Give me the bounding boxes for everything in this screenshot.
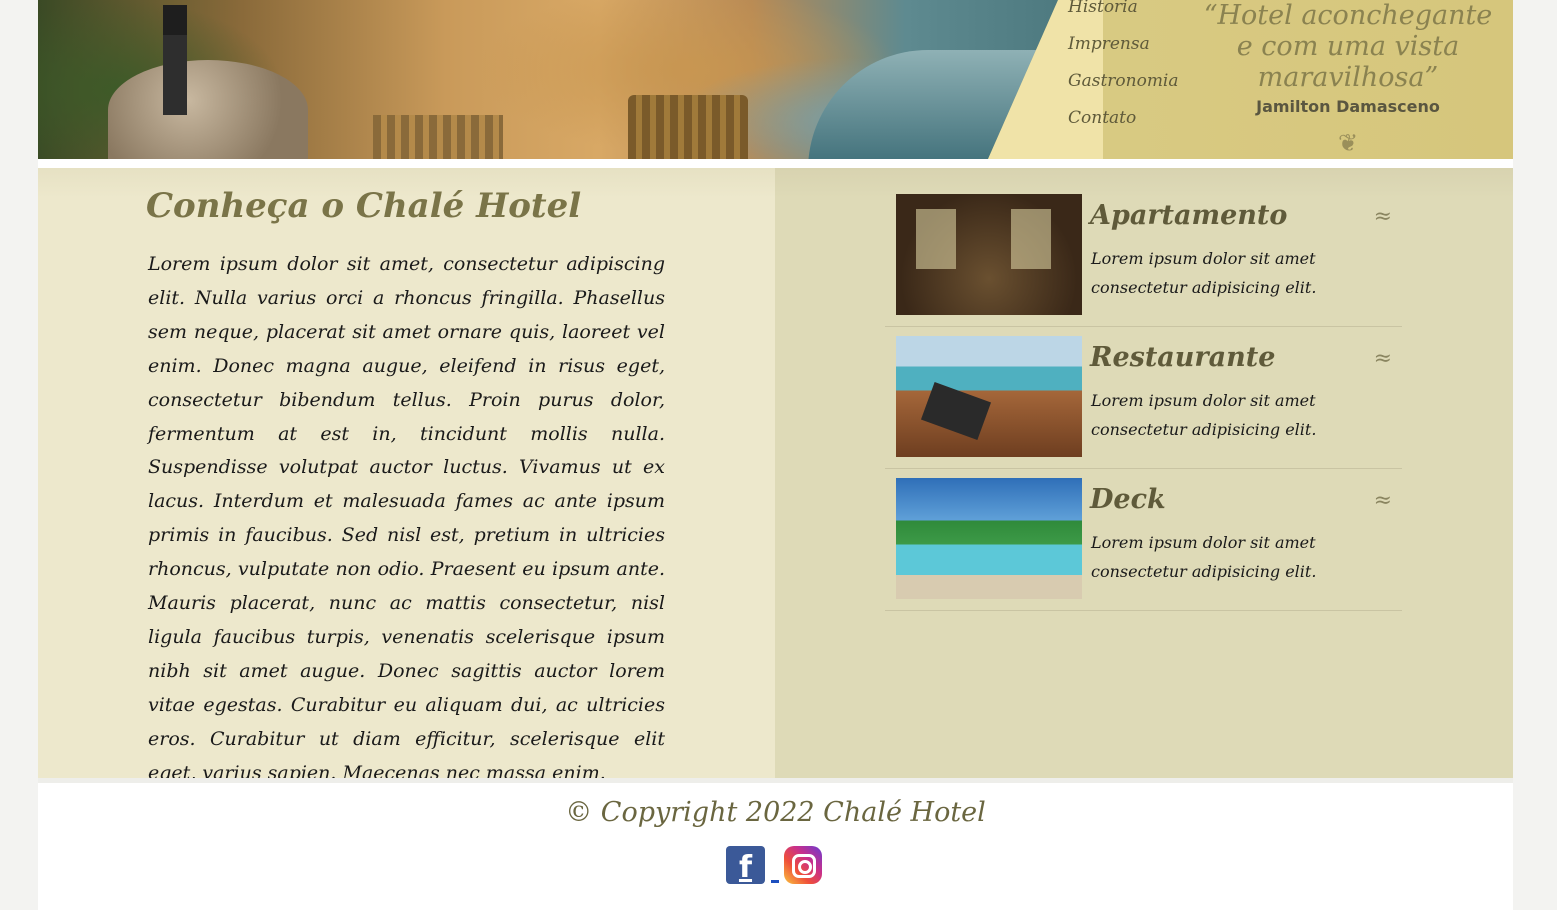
page: Historia Imprensa Gastronomia Contato “H… <box>38 0 1513 910</box>
feature-list: Apartamento ≈ Lorem ipsum dolor sit amet… <box>885 186 1402 612</box>
flourish-ornament-icon: ❦ <box>1337 129 1359 157</box>
feature-text: Lorem ipsum dolor sit amet consectetur a… <box>1091 249 1317 297</box>
feature-title: Apartamento <box>1090 200 1288 231</box>
banner-chair <box>628 95 748 159</box>
banner-chair <box>373 115 503 159</box>
nav-link-imprensa[interactable]: Imprensa <box>1068 34 1150 54</box>
restaurante-image <box>896 336 1082 457</box>
site-header: Historia Imprensa Gastronomia Contato “H… <box>38 0 1513 159</box>
feature-text: Lorem ipsum dolor sit amet consectetur a… <box>1091 391 1317 439</box>
feature-title: Deck <box>1090 484 1166 515</box>
nav-item-contato: Contato <box>1068 99 1179 136</box>
testimonial-author: Jamilton Damasceno <box>1256 97 1440 116</box>
facebook-icon[interactable]: f <box>726 846 765 885</box>
nav-link-contato[interactable]: Contato <box>1068 108 1136 128</box>
main-nav: Historia Imprensa Gastronomia Contato <box>1068 0 1179 136</box>
banner-rocks <box>108 60 308 159</box>
nav-item-imprensa: Imprensa <box>1068 25 1179 62</box>
feature-card-deck[interactable]: Deck ≈ Lorem ipsum dolor sit amet consec… <box>885 470 1402 611</box>
header-banner-image <box>38 0 1068 159</box>
about-section: Conheça o Chalé Hotel Lorem ipsum dolor … <box>38 168 775 784</box>
nav-item-gastronomia: Gastronomia <box>1068 62 1179 99</box>
main-content: Conheça o Chalé Hotel Lorem ipsum dolor … <box>38 168 1513 784</box>
feature-title: Restaurante <box>1090 342 1276 373</box>
wave-icon: ≈ <box>1373 346 1392 371</box>
wave-icon: ≈ <box>1373 204 1392 229</box>
nav-link-historia[interactable]: Historia <box>1068 0 1138 17</box>
nav-link-gastronomia[interactable]: Gastronomia <box>1068 71 1179 91</box>
testimonial-quote: “Hotel aconchegante e com uma vista mara… <box>1203 0 1493 93</box>
social-link-underline[interactable] <box>771 880 779 883</box>
about-title: Conheça o Chalé Hotel <box>146 186 582 226</box>
copyright-text: © Copyright 2022 Chalé Hotel <box>565 797 986 828</box>
about-text: Lorem ipsum dolor sit amet, consectetur … <box>148 253 665 784</box>
feature-card-restaurante[interactable]: Restaurante ≈ Lorem ipsum dolor sit amet… <box>885 328 1402 469</box>
features-section: Apartamento ≈ Lorem ipsum dolor sit amet… <box>775 168 1513 778</box>
nav-item-historia: Historia <box>1068 0 1179 25</box>
instagram-icon[interactable] <box>784 846 822 884</box>
feature-text: Lorem ipsum dolor sit amet consectetur a… <box>1091 533 1317 581</box>
banner-lamp <box>163 5 187 115</box>
apartamento-image <box>896 194 1082 315</box>
wave-icon: ≈ <box>1373 488 1392 513</box>
site-footer: © Copyright 2022 Chalé Hotel f <box>38 783 1513 910</box>
feature-card-apartamento[interactable]: Apartamento ≈ Lorem ipsum dolor sit amet… <box>885 186 1402 327</box>
deck-image <box>896 478 1082 599</box>
